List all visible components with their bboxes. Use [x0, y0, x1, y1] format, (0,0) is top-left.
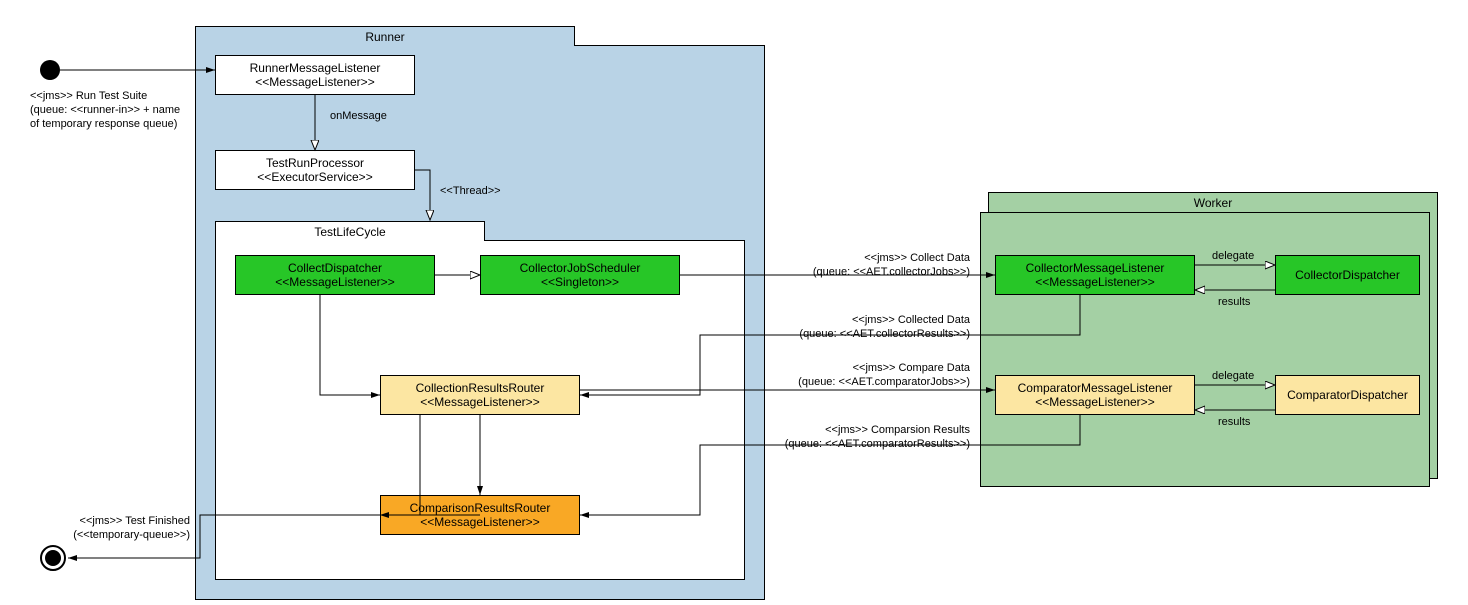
final-state-dot: [40, 545, 66, 571]
collect-dispatcher: CollectDispatcher <<MessageListener>>: [235, 255, 435, 295]
comparison-results-router: ComparisonResultsRouter <<MessageListene…: [380, 495, 580, 535]
collected-data-label: <<jms>> Collected Data (queue: <<AET.col…: [770, 314, 970, 342]
test-finished-label: <<jms>> Test Finished (<<temporary-queue…: [45, 515, 190, 543]
collector-message-listener: CollectorMessageListener <<MessageListen…: [995, 255, 1195, 295]
worker-container: Worker: [980, 212, 1430, 487]
worker-tab: Worker: [988, 192, 1438, 212]
test-run-processor: TestRunProcessor <<ExecutorService>>: [215, 150, 415, 190]
compare-data-label: <<jms>> Compare Data (queue: <<AET.compa…: [770, 362, 970, 390]
comparison-results-label: <<jms>> Comparsion Results (queue: <<AET…: [760, 424, 970, 452]
delegate1-label: delegate: [1212, 250, 1254, 264]
collection-results-router: CollectionResultsRouter <<MessageListene…: [380, 375, 580, 415]
results2-label: results: [1218, 416, 1250, 430]
collect-data-label: <<jms>> Collect Data (queue: <<AET.colle…: [780, 252, 970, 280]
runner-tab: Runner: [195, 26, 575, 46]
runner-message-listener: RunnerMessageListener <<MessageListener>…: [215, 55, 415, 95]
comparator-dispatcher: ComparatorDispatcher: [1275, 375, 1420, 415]
run-test-suite-label: <<jms>> Run Test Suite (queue: <<runner-…: [30, 90, 190, 131]
results1-label: results: [1218, 296, 1250, 310]
delegate2-label: delegate: [1212, 370, 1254, 384]
comparator-message-listener: ComparatorMessageListener <<MessageListe…: [995, 375, 1195, 415]
collector-dispatcher-worker: CollectorDispatcher: [1275, 255, 1420, 295]
thread-label: <<Thread>>: [440, 185, 501, 199]
initial-state-dot: [40, 60, 60, 80]
on-message-label: onMessage: [330, 110, 387, 124]
test-lifecycle-tab: TestLifeCycle: [215, 221, 485, 241]
collector-job-scheduler: CollectorJobScheduler <<Singleton>>: [480, 255, 680, 295]
